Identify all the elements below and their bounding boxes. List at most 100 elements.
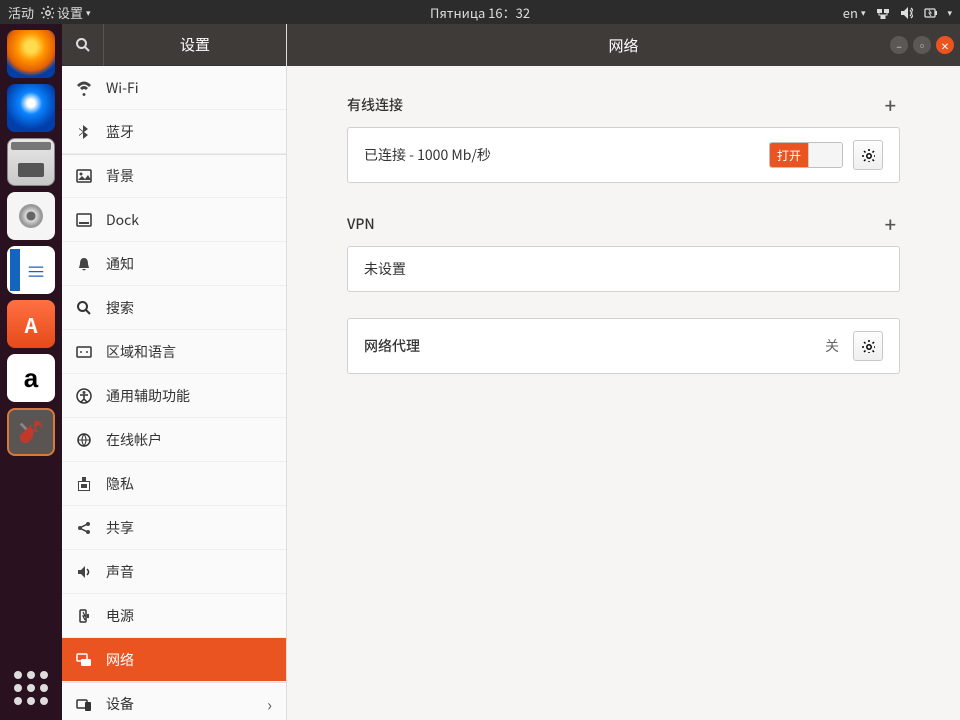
- app-menu[interactable]: 设置 ▾: [40, 3, 91, 22]
- sidebar-item-background[interactable]: 背景: [62, 154, 286, 198]
- sidebar-item-label: Dock: [106, 210, 139, 230]
- network-tray-icon[interactable]: [875, 5, 889, 19]
- sidebar-item-label: 区域和语言: [106, 342, 176, 362]
- sidebar-item-label: 通知: [106, 254, 134, 274]
- sidebar-item-label: 设备: [106, 694, 134, 714]
- minimize-button[interactable]: –: [890, 36, 908, 54]
- wired-settings-button[interactable]: [853, 140, 883, 170]
- sidebar-item-search[interactable]: 搜索: [62, 286, 286, 330]
- activities-button[interactable]: 活动: [8, 3, 34, 22]
- vpn-row: 未设置: [348, 247, 899, 291]
- sidebar-list: Wi-Fi 蓝牙背景 Dock 通知搜索区域和语言通用辅助功能在线帐户隐私共享声音电源…: [62, 66, 286, 720]
- devices-icon: [76, 696, 92, 712]
- add-vpn-button[interactable]: +: [881, 209, 900, 238]
- battery-tray-icon[interactable]: [923, 5, 937, 19]
- chevron-down-icon[interactable]: ▾: [947, 6, 952, 19]
- sidebar-item-online[interactable]: 在线帐户: [62, 418, 286, 462]
- toggle-on-label: 打开: [770, 143, 808, 167]
- sidebar-item-label: 隐私: [106, 474, 134, 494]
- input-source-label: en: [843, 3, 858, 22]
- sidebar-item-label: 电源: [106, 606, 134, 626]
- sidebar-item-label: 声音: [106, 562, 134, 582]
- launcher-thunderbird[interactable]: [7, 84, 55, 132]
- gear-icon: [40, 5, 54, 19]
- proxy-section: 网络代理 关: [347, 318, 900, 374]
- sidebar-search-button[interactable]: [62, 24, 104, 66]
- settings-window: 设置 Wi-Fi 蓝牙背景 Dock 通知搜索区域和语言通用辅助功能在线帐户隐私共享声…: [62, 24, 960, 720]
- sidebar-header: 设置: [62, 24, 286, 66]
- online-icon: [76, 432, 92, 448]
- vpn-heading: VPN: [347, 214, 375, 234]
- show-applications-button[interactable]: [7, 664, 55, 712]
- volume-tray-icon[interactable]: [899, 5, 913, 19]
- add-wired-button[interactable]: +: [881, 90, 900, 119]
- launcher-amazon[interactable]: [7, 354, 55, 402]
- power-icon: [76, 608, 92, 624]
- sidebar-item-label: Wi-Fi: [106, 78, 139, 98]
- wired-status-label: 已连接 - 1000 Mb/秒: [364, 145, 759, 165]
- search-icon: [76, 300, 92, 316]
- bell-icon: [76, 256, 92, 272]
- privacy-icon: [76, 476, 92, 492]
- sidebar-item-dock[interactable]: Dock: [62, 198, 286, 242]
- sidebar-item-label: 在线帐户: [106, 430, 162, 450]
- sidebar-item-network[interactable]: 网络: [62, 638, 286, 682]
- sidebar-item-label: 搜索: [106, 298, 134, 318]
- sidebar-item-sound[interactable]: 声音: [62, 550, 286, 594]
- launcher-rhythmbox[interactable]: [7, 192, 55, 240]
- chevron-right-icon: ›: [267, 692, 272, 716]
- wired-connection-row: 已连接 - 1000 Mb/秒 打开: [348, 128, 899, 182]
- settings-sidebar: 设置 Wi-Fi 蓝牙背景 Dock 通知搜索区域和语言通用辅助功能在线帐户隐私共享声…: [62, 24, 287, 720]
- sidebar-item-label: 网络: [106, 650, 134, 670]
- sidebar-item-power[interactable]: 电源: [62, 594, 286, 638]
- toggle-knob: [808, 143, 842, 167]
- launcher-firefox[interactable]: [7, 30, 55, 78]
- window-controls: – ▫ ✕: [890, 36, 954, 54]
- accessibility-icon: [76, 388, 92, 404]
- sidebar-item-sharing[interactable]: 共享: [62, 506, 286, 550]
- bluetooth-icon: [76, 124, 92, 140]
- vpn-section: VPN + 未设置: [347, 209, 900, 292]
- launcher-dock: [0, 24, 62, 720]
- sidebar-title: 设置: [104, 34, 286, 55]
- proxy-row[interactable]: 网络代理 关: [348, 319, 899, 373]
- vpn-status-label: 未设置: [364, 259, 883, 279]
- sidebar-item-devices[interactable]: 设备 ›: [62, 682, 286, 720]
- chevron-down-icon: ▾: [861, 6, 866, 19]
- sidebar-item-accessibility[interactable]: 通用辅助功能: [62, 374, 286, 418]
- content-body: 有线连接 + 已连接 - 1000 Mb/秒 打开: [287, 66, 960, 720]
- launcher-settings[interactable]: [7, 408, 55, 456]
- network-icon: [76, 652, 92, 668]
- sidebar-item-label: 蓝牙: [106, 122, 134, 142]
- region-icon: [76, 344, 92, 360]
- proxy-settings-button[interactable]: [853, 331, 883, 361]
- background-icon: [76, 168, 92, 184]
- sidebar-item-privacy[interactable]: 隐私: [62, 462, 286, 506]
- input-source-indicator[interactable]: en ▾: [843, 3, 866, 22]
- wired-section: 有线连接 + 已连接 - 1000 Mb/秒 打开: [347, 90, 900, 183]
- content-pane: 网络 – ▫ ✕ 有线连接 + 已连接 - 1000 Mb/秒 打开: [287, 24, 960, 720]
- launcher-files[interactable]: [7, 138, 55, 186]
- gear-icon: [861, 339, 875, 353]
- sound-icon: [76, 564, 92, 580]
- wifi-icon: [76, 80, 92, 96]
- sidebar-item-bluetooth[interactable]: 蓝牙: [62, 110, 286, 154]
- launcher-writer[interactable]: [7, 246, 55, 294]
- sidebar-item-label: 通用辅助功能: [106, 386, 190, 406]
- launcher-software[interactable]: [7, 300, 55, 348]
- close-button[interactable]: ✕: [936, 36, 954, 54]
- proxy-heading: 网络代理: [364, 336, 815, 356]
- maximize-button[interactable]: ▫: [913, 36, 931, 54]
- share-icon: [76, 520, 92, 536]
- app-menu-label: 设置: [57, 3, 83, 22]
- chevron-down-icon: ▾: [86, 6, 91, 19]
- content-title: 网络: [608, 35, 638, 56]
- wired-heading: 有线连接: [347, 95, 403, 115]
- gear-icon: [861, 148, 875, 162]
- sidebar-item-notifications[interactable]: 通知: [62, 242, 286, 286]
- clock[interactable]: Пятница 16：32: [430, 3, 530, 22]
- wired-toggle[interactable]: 打开: [769, 142, 843, 168]
- sidebar-item-label: 背景: [106, 166, 134, 186]
- sidebar-item-wifi[interactable]: Wi-Fi: [62, 66, 286, 110]
- sidebar-item-region[interactable]: 区域和语言: [62, 330, 286, 374]
